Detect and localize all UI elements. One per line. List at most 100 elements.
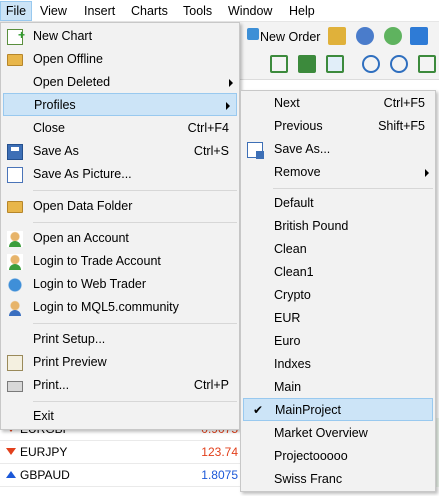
menu-item-label: Print Preview (33, 355, 107, 369)
tile-windows-icon[interactable] (418, 55, 436, 73)
menu-item-save-as-picture[interactable]: Save As Picture... (1, 163, 239, 186)
menu-file[interactable]: File (0, 1, 32, 21)
menu-item-label: Swiss Franc (274, 472, 343, 486)
profile-indxes[interactable]: Indxes (241, 353, 435, 376)
symbol: GBPAUD (20, 468, 70, 482)
menu-insert[interactable]: Insert (84, 3, 115, 20)
login-icon (7, 254, 23, 270)
market-icon[interactable] (356, 27, 374, 45)
zoom-in-icon[interactable] (362, 55, 380, 73)
bid-value: 1.8075 (201, 468, 238, 482)
printer-icon (7, 381, 23, 392)
profile-eur[interactable]: EUR (241, 307, 435, 330)
signals-icon[interactable] (384, 27, 402, 45)
menu-view[interactable]: View (40, 3, 67, 20)
symbol: EURJPY (20, 445, 68, 459)
profile-previous[interactable]: Previous Shift+F5 (241, 115, 435, 138)
menu-item-shortcut: Ctrl+F5 (383, 96, 425, 110)
mql5-icon (7, 300, 23, 316)
menu-item-print[interactable]: Print... Ctrl+P (1, 374, 239, 397)
menu-item-save-as[interactable]: Save As Ctrl+S (1, 140, 239, 163)
profile-remove[interactable]: Remove (241, 161, 435, 184)
candlestick-icon[interactable] (298, 55, 316, 73)
vps-icon[interactable] (410, 27, 428, 45)
menu-item-close[interactable]: Close Ctrl+F4 (1, 117, 239, 140)
menu-item-label: Open an Account (33, 231, 129, 245)
print-preview-icon (7, 355, 23, 371)
menu-item-login-web-trader[interactable]: Login to Web Trader (1, 273, 239, 296)
profile-projectooooo[interactable]: Projectooooo (241, 445, 435, 468)
menu-item-shortcut: Ctrl+P (193, 378, 229, 392)
menu-item-label: Open Data Folder (33, 199, 133, 213)
line-chart-icon[interactable] (326, 55, 344, 73)
menu-separator (273, 188, 433, 189)
menu-item-label: Euro (274, 334, 301, 348)
profile-default[interactable]: Default (241, 192, 435, 215)
menu-item-label: Clean (274, 242, 307, 256)
menu-item-open-deleted[interactable]: Open Deleted (1, 71, 239, 94)
menu-item-open-data-folder[interactable]: Open Data Folder (1, 195, 239, 218)
zoom-out-icon[interactable] (390, 55, 408, 73)
new-chart-icon (7, 24, 25, 47)
menu-item-login-trade-account[interactable]: Login to Trade Account (1, 250, 239, 273)
menu-tools[interactable]: Tools (183, 3, 212, 20)
menu-item-label: Profiles (34, 98, 76, 112)
menu-item-label: Open Offline (33, 52, 103, 66)
profile-save-as[interactable]: Save As... (241, 138, 435, 161)
menu-separator (33, 222, 237, 223)
profile-clean[interactable]: Clean (241, 238, 435, 261)
menu-window[interactable]: Window (228, 3, 272, 20)
menu-item-label: Login to Trade Account (33, 254, 161, 268)
menu-item-exit[interactable]: Exit (1, 405, 239, 428)
menu-item-profiles[interactable]: Profiles (3, 93, 237, 116)
menu-item-label: Clean1 (274, 265, 314, 279)
save-icon (7, 144, 23, 160)
save-as-icon (247, 142, 264, 159)
checkmark-icon: ✔ (253, 403, 264, 417)
menu-item-shortcut: Shift+F5 (378, 119, 425, 133)
profile-mainproject[interactable]: ✔ MainProject (243, 398, 433, 421)
submenu-arrow-icon (229, 79, 233, 87)
menu-item-label: Close (33, 121, 65, 135)
menu-bar: File View Insert Charts Tools Window Hel… (0, 0, 439, 22)
menu-item-label: Main (274, 380, 302, 394)
menu-item-label: Save As... (274, 142, 331, 156)
menu-item-new-chart[interactable]: New Chart (1, 24, 239, 48)
menu-item-shortcut: Ctrl+S (193, 144, 229, 158)
profile-main[interactable]: Main (241, 376, 435, 399)
bid-value: 123.74 (201, 445, 238, 459)
menu-item-label: Next (274, 96, 300, 110)
file-menu: New Chart Open Offline Open Deleted Prof… (0, 22, 240, 430)
new-order-button[interactable]: New Order (244, 26, 320, 48)
menu-help[interactable]: Help (289, 3, 315, 20)
folder-icon (7, 54, 23, 66)
profile-market-overview[interactable]: Market Overview (241, 422, 435, 445)
bar-chart-icon[interactable] (270, 55, 288, 73)
profile-next[interactable]: Next Ctrl+F5 (241, 92, 435, 115)
submenu-arrow-icon (425, 169, 429, 177)
menu-item-open-account[interactable]: Open an Account (1, 227, 239, 250)
menu-item-label: Save As (33, 144, 79, 158)
profile-swiss-franc[interactable]: Swiss Franc (241, 468, 435, 491)
profile-euro[interactable]: Euro (241, 330, 435, 353)
menu-charts[interactable]: Charts (131, 3, 168, 20)
menu-item-print-setup[interactable]: Print Setup... (1, 328, 239, 351)
menu-item-label: Projectooooo (274, 449, 348, 463)
profile-crypto[interactable]: Crypto (241, 284, 435, 307)
save-picture-icon (7, 167, 23, 183)
menu-item-label: Default (274, 196, 314, 210)
menu-item-print-preview[interactable]: Print Preview (1, 351, 239, 374)
profiles-submenu: Next Ctrl+F5 Previous Shift+F5 Save As..… (240, 90, 436, 492)
account-icon (7, 231, 23, 247)
profile-clean1[interactable]: Clean1 (241, 261, 435, 284)
menu-item-login-mql5[interactable]: Login to MQL5.community (1, 296, 239, 319)
menu-item-label: Login to MQL5.community (33, 300, 179, 314)
menu-item-shortcut: Ctrl+F4 (187, 121, 229, 135)
profile-british-pound[interactable]: British Pound (241, 215, 435, 238)
menu-item-label: Crypto (274, 288, 311, 302)
menu-item-label: Open Deleted (33, 75, 111, 89)
submenu-arrow-icon (226, 102, 230, 110)
menu-item-open-offline[interactable]: Open Offline (1, 48, 239, 71)
menu-separator (33, 401, 237, 402)
strategy-tester-icon[interactable] (328, 27, 346, 45)
